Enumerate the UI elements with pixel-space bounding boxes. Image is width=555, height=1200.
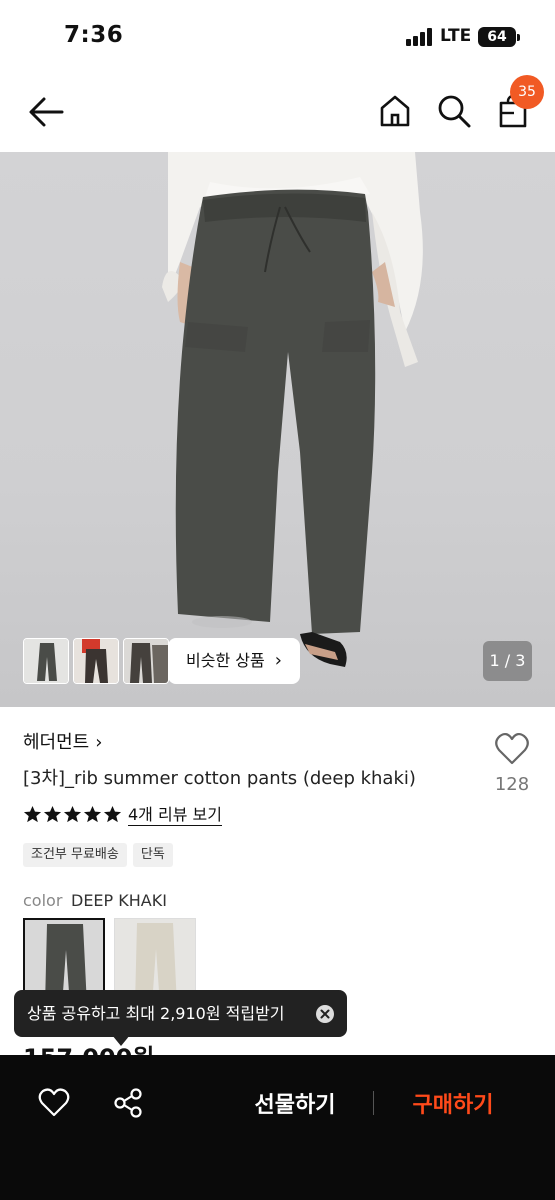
similar-products-button[interactable]: 비슷한 상품 › xyxy=(168,638,300,684)
status-bar: 7:36 LTE 64 xyxy=(0,0,555,72)
like-count: 128 xyxy=(494,774,530,795)
thumbnail-2[interactable] xyxy=(73,638,119,684)
battery-icon: 64 xyxy=(478,27,520,47)
star-icon xyxy=(63,805,82,823)
rating-stars xyxy=(23,805,122,824)
bottom-action-bar: 선물하기 구매하기 xyxy=(0,1055,555,1200)
thumbnail-1[interactable] xyxy=(23,638,69,684)
signal-icon xyxy=(406,28,434,46)
heart-icon[interactable] xyxy=(494,732,530,766)
search-icon[interactable] xyxy=(436,93,472,129)
chevron-right-icon: › xyxy=(274,650,282,671)
star-icon xyxy=(83,805,102,823)
thumbnail-3[interactable] xyxy=(123,638,169,684)
brand-link[interactable]: 헤더먼트 › xyxy=(23,728,102,754)
color-label: color xyxy=(23,891,63,910)
back-arrow-icon[interactable] xyxy=(26,94,66,130)
heart-icon[interactable] xyxy=(38,1088,70,1118)
star-icon xyxy=(103,805,122,823)
gift-button[interactable]: 선물하기 xyxy=(230,1087,360,1119)
product-photo xyxy=(162,152,423,667)
product-image[interactable]: 비슷한 상품 › 1 / 3 xyxy=(0,152,555,707)
buy-button[interactable]: 구매하기 xyxy=(390,1087,516,1119)
tag-exclusive: 단독 xyxy=(132,843,173,867)
tag-free-shipping: 조건부 무료배송 xyxy=(23,843,127,867)
share-icon[interactable] xyxy=(112,1087,144,1119)
image-counter: 1 / 3 xyxy=(483,641,532,681)
share-reward-toast: 상품 공유하고 최대 2,910원 적립받기 xyxy=(14,990,347,1037)
toast-pointer xyxy=(112,1035,130,1046)
product-title: [3차]_rib summer cotton pants (deep khaki… xyxy=(23,768,416,789)
review-link[interactable]: 4개 리뷰 보기 xyxy=(128,805,222,826)
color-value: DEEP KHAKI xyxy=(71,891,167,910)
status-time: 7:36 xyxy=(64,22,124,48)
network-label: LTE xyxy=(440,26,472,46)
brand-name: 헤더먼트 xyxy=(23,732,90,753)
toast-message: 상품 공유하고 최대 2,910원 적립받기 xyxy=(27,1004,285,1023)
star-icon xyxy=(23,805,42,823)
star-icon xyxy=(43,805,62,823)
divider xyxy=(373,1091,374,1115)
similar-products-label: 비슷한 상품 xyxy=(186,651,265,670)
cart-count-badge: 35 xyxy=(510,75,544,109)
chevron-right-icon: › xyxy=(95,732,103,753)
close-circle-icon[interactable] xyxy=(315,1004,335,1024)
home-icon[interactable] xyxy=(378,93,412,129)
top-nav xyxy=(0,72,555,152)
thumbnail-strip xyxy=(23,638,169,684)
tag-list: 조건부 무료배송 단독 xyxy=(23,843,173,867)
